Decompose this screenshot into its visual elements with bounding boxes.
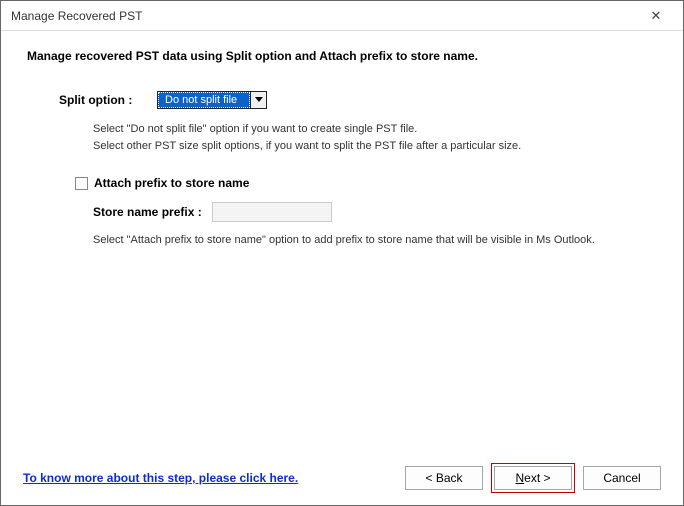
content-area: Manage recovered PST data using Split op… — [1, 31, 683, 256]
store-prefix-row: Store name prefix : — [93, 202, 657, 222]
split-option-label: Split option : — [59, 93, 157, 107]
chevron-down-icon — [250, 92, 266, 108]
split-option-row: Split option : Do not split file — [59, 91, 657, 109]
prefix-checkbox-label: Attach prefix to store name — [94, 176, 249, 190]
close-button[interactable]: ✕ — [639, 5, 673, 27]
prefix-hint: Select "Attach prefix to store name" opt… — [93, 234, 657, 246]
page-heading: Manage recovered PST data using Split op… — [27, 49, 657, 63]
back-button[interactable]: < Back — [405, 466, 483, 490]
store-prefix-label: Store name prefix : — [93, 205, 202, 219]
cancel-button[interactable]: Cancel — [583, 466, 661, 490]
next-button-rest: ext > — [524, 471, 550, 485]
store-prefix-input[interactable] — [212, 202, 332, 222]
next-button[interactable]: Next > — [494, 466, 572, 490]
next-button-highlight: Next > — [491, 463, 575, 493]
split-option-hint: Select "Do not split file" option if you… — [93, 121, 657, 154]
window-title: Manage Recovered PST — [11, 9, 639, 23]
split-option-value: Do not split file — [158, 92, 250, 108]
help-link[interactable]: To know more about this step, please cli… — [23, 471, 298, 485]
prefix-checkbox[interactable] — [75, 177, 88, 190]
split-hint-line2: Select other PST size split options, if … — [93, 138, 657, 155]
next-button-mnemonic: N — [515, 471, 524, 485]
footer: To know more about this step, please cli… — [1, 463, 683, 493]
split-hint-line1: Select "Do not split file" option if you… — [93, 121, 657, 138]
close-icon: ✕ — [651, 8, 662, 24]
split-option-dropdown[interactable]: Do not split file — [157, 91, 267, 109]
window-titlebar: Manage Recovered PST ✕ — [1, 1, 683, 31]
prefix-checkbox-row: Attach prefix to store name — [75, 176, 657, 190]
